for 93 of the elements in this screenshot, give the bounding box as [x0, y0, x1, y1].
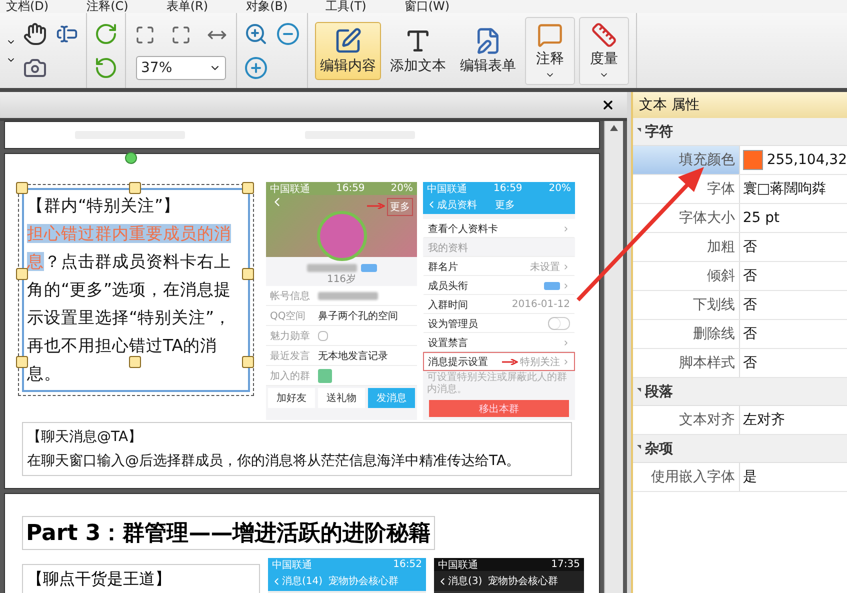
settings-row: 成员头衔	[423, 276, 575, 295]
profile-screenshot: 中国联通 16:59 20% 更多 116岁 帐号信息 QQ空间 鼻子两个孔的空间 魅力勋章 最近发言 无本地发言记录 加入的群 加好友 送礼物 发消息	[266, 182, 417, 420]
property-value[interactable]: 255,104,32	[740, 146, 847, 174]
measure-icon	[591, 22, 617, 48]
caption-title: 【聊天消息@TA】	[27, 428, 144, 447]
rotate-clockwise-icon[interactable]	[94, 22, 118, 46]
profile-row: 帐号信息	[266, 286, 417, 306]
property-section[interactable]: 字符	[632, 118, 847, 146]
section-heading: Part 3：群管理——增进活跃的进阶秘籍	[22, 516, 435, 550]
property-label[interactable]: 使用嵌入字体	[632, 463, 740, 491]
menu-item[interactable]: 对象(B)	[246, 0, 288, 13]
caption-box[interactable]: 【聊天消息@TA】 在聊天窗口输入@后选择群成员，你的消息将从茫茫信息海洋中精准传达给TA。	[22, 422, 572, 476]
property-section[interactable]: 杂项	[632, 435, 847, 463]
property-label[interactable]: 删除线	[632, 320, 740, 348]
zoom-out-icon[interactable]	[276, 22, 300, 46]
tag-badge	[544, 282, 560, 290]
tag-badge	[360, 264, 376, 272]
arrow-icon	[502, 358, 518, 364]
resize-handle[interactable]	[242, 182, 254, 194]
text-box-paragraph: 担心错过群内重要成员的消息？点击群成员资料卡右上角的“更多”选项，在消息提示设置里选择“特别关注”，再也不用担心错过TA的消息。	[27, 223, 232, 385]
property-label[interactable]: 倾斜	[632, 262, 740, 290]
settings-row: 群名片 未设置	[423, 257, 575, 276]
settings-row: 设为管理员	[423, 314, 575, 333]
settings-row: 入群时间 2016-01-12	[423, 295, 575, 314]
chat-screenshot: 中国联通 17:35 消息(3) 宠物协会核心群	[434, 558, 584, 593]
hand-tool-icon[interactable]	[23, 22, 47, 46]
chevron-icon	[562, 282, 570, 290]
caption-text: 在聊天窗口输入@后选择群成员，你的消息将从茫茫信息海洋中精准传达给TA。	[27, 452, 522, 471]
property-value[interactable]: 左对齐	[740, 406, 847, 434]
zoom-combo[interactable]: 37%	[136, 56, 226, 80]
property-label[interactable]: 加粗	[632, 233, 740, 261]
arrow-icon	[367, 202, 385, 208]
menu-item[interactable]: 窗口(W)	[404, 0, 450, 13]
resize-handle[interactable]	[242, 356, 254, 368]
scroll-up-icon[interactable]	[610, 125, 618, 131]
edit-content-icon	[334, 26, 362, 54]
property-value[interactable]: 否	[740, 233, 847, 261]
menu-item[interactable]: 文档(D)	[6, 0, 49, 13]
chevron-icon	[562, 262, 570, 270]
property-section[interactable]: 段落	[632, 378, 847, 406]
blurred-name	[306, 264, 356, 272]
property-value[interactable]: 否	[740, 349, 847, 377]
toolbar-button[interactable]: 编辑内容	[315, 22, 381, 80]
chevron-icon	[562, 358, 570, 366]
profile-row: 魅力勋章	[266, 326, 417, 346]
resize-handle[interactable]	[129, 182, 141, 194]
resize-handle[interactable]	[16, 356, 28, 368]
resize-handle[interactable]	[242, 268, 254, 280]
zoom-in-icon[interactable]	[244, 56, 268, 80]
profile-row: 最近发言 无本地发言记录	[266, 346, 417, 366]
menu-item[interactable]: 注释(C)	[86, 0, 128, 13]
menu-item[interactable]: 表单(R)	[166, 0, 208, 13]
settings-note: 可设置特别关注或屏蔽此人的群内消息。	[426, 371, 568, 397]
chevron-icon	[562, 224, 570, 232]
panel-title: 文本 属性	[632, 92, 847, 118]
toolbar-button[interactable]: 编辑表单	[455, 22, 521, 80]
toolbar-button[interactable]: 度量	[579, 16, 629, 84]
property-label[interactable]: 文本对齐	[632, 406, 740, 434]
property-value[interactable]: 否	[740, 291, 847, 319]
age-label: 116岁	[326, 272, 358, 286]
close-icon[interactable]	[600, 98, 615, 112]
rotate-handle[interactable]	[125, 152, 137, 164]
chat-screenshot: 中国联通 16:52 消息(14) 宠物协会核心群	[268, 558, 426, 593]
profile-row: 加入的群	[266, 366, 417, 386]
settings-screenshot: 中国联通 16:59 20% 成员资料 更多 查看个人资料卡 我的资料 群名片 未设置 成员头衔 入群时间 2016-01-12 设为管理员 设置禁言 消息提示设置 特别关注 可设置特别关注或屏蔽此人的群内消息。 移出本群	[423, 182, 575, 420]
tip-title: 【聊点干货是王道】	[22, 564, 260, 593]
resize-handle[interactable]	[129, 356, 141, 368]
text-box-title: 【群内“特别关注”】	[27, 195, 182, 217]
actual-size-icon[interactable]	[135, 24, 155, 44]
property-value[interactable]: 是	[740, 463, 847, 491]
property-value[interactable]: 25 pt	[740, 204, 847, 232]
marquee-zoom-icon[interactable]	[244, 22, 268, 46]
property-label[interactable]: 下划线	[632, 291, 740, 319]
resize-handle[interactable]	[16, 182, 28, 194]
settings-row: 设置禁言	[423, 333, 575, 352]
resize-handle[interactable]	[16, 268, 28, 280]
settings-row: 查看个人资料卡	[423, 219, 575, 238]
property-label[interactable]: 脚本样式	[632, 349, 740, 377]
rotate-counterclockwise-icon[interactable]	[94, 56, 118, 80]
toolbar-button[interactable]: 添加文本	[385, 22, 451, 80]
menu-item[interactable]: 工具(T)	[326, 0, 366, 13]
property-value[interactable]: 否	[740, 262, 847, 290]
chevron-icon	[562, 338, 570, 346]
property-label[interactable]: 字体大小	[632, 204, 740, 232]
settings-row: 消息提示设置 特别关注	[423, 352, 575, 371]
property-value[interactable]: 否	[740, 320, 847, 348]
profile-row: QQ空间 鼻子两个孔的空间	[266, 306, 417, 326]
property-label[interactable]: 填充颜色	[632, 146, 740, 174]
comment-icon	[537, 22, 563, 48]
property-value[interactable]: 寰□蒋闊呴粦	[740, 175, 847, 203]
fit-page-icon[interactable]	[171, 24, 191, 44]
more-label: 更多	[387, 198, 413, 216]
toolbar-button[interactable]: 注释	[525, 16, 575, 84]
